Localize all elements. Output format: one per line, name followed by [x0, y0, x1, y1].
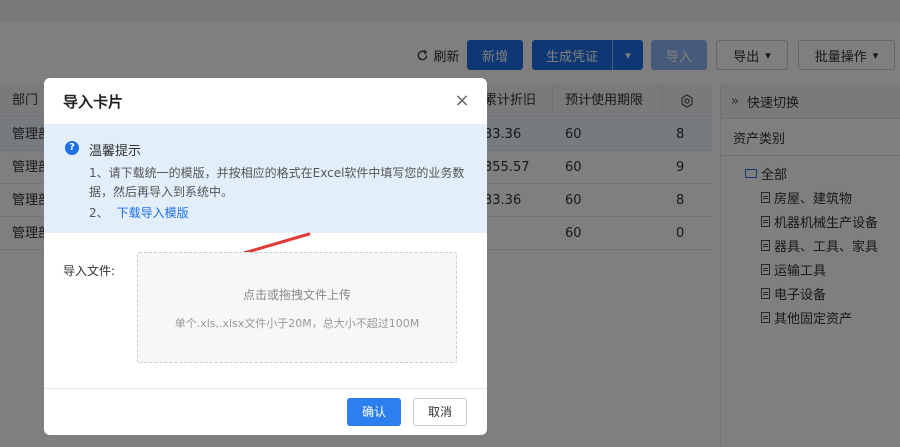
tip-box: ? 温馨提示 1、请下载统一的模版，并按相应的格式在Excel软件中填写您的业务…	[44, 124, 487, 233]
upload-label: 导入文件:	[63, 264, 116, 278]
dialog-title: 导入卡片	[63, 93, 124, 111]
file-dropzone[interactable]: 点击或拖拽文件上传 单个.xls,.xlsx文件小于20M，总大小不超过100M	[137, 252, 457, 363]
tip-title: 温馨提示	[89, 144, 142, 159]
close-icon[interactable]: ×	[454, 90, 470, 111]
cancel-button[interactable]: 取消	[413, 398, 467, 426]
import-card-dialog: 导入卡片 × ? 温馨提示 1、请下载统一的模版，并按相应的格式在Excel软件…	[44, 78, 487, 435]
download-template-link[interactable]: 下载导入模版	[117, 206, 189, 220]
tip-step-2: 2、 下载导入模版	[89, 204, 189, 221]
dropzone-main-text: 点击或拖拽文件上传	[242, 288, 351, 302]
dropzone-hint-text: 单个.xls,.xlsx文件小于20M，总大小不超过100M	[174, 317, 420, 330]
confirm-button[interactable]: 确认	[347, 398, 401, 426]
tip-step-2-prefix: 2、	[89, 206, 109, 220]
tip-step-1: 1、请下载统一的模版，并按相应的格式在Excel软件中填写您的业务数据，然后再导…	[89, 166, 465, 199]
dialog-footer: 确认 取消	[44, 388, 487, 435]
question-circle-icon: ?	[65, 141, 79, 155]
